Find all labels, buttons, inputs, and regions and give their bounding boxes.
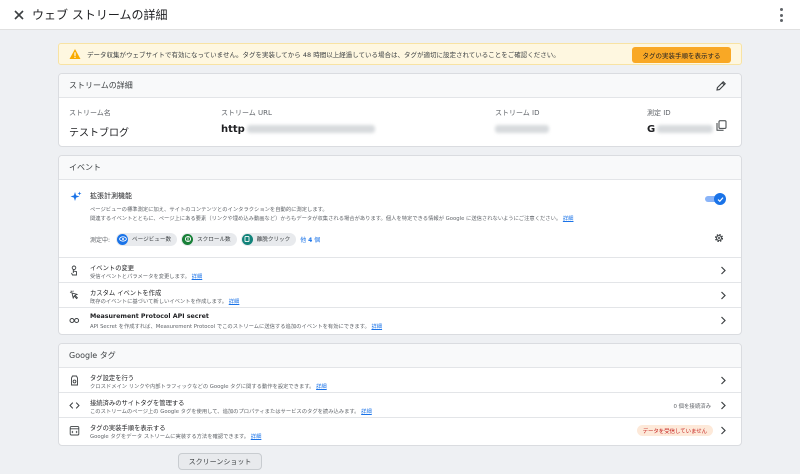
chevron-right-icon bbox=[721, 401, 726, 410]
chip-outbound-clicks[interactable]: 離脱クリック bbox=[240, 232, 297, 246]
touch-icon bbox=[71, 265, 77, 276]
chevron-right-icon bbox=[721, 426, 726, 435]
stream-details-header: ストリームの詳細 bbox=[59, 74, 741, 98]
screenshot-button[interactable]: スクリーンショット bbox=[178, 453, 262, 470]
measuring-chips-row: 測定中: ページビュー数 スクロール数 離脱クリック 他 4 個 bbox=[90, 232, 320, 246]
enhanced-measurement-toggle[interactable] bbox=[705, 193, 726, 205]
modify-events-row[interactable]: イベントの変更 受信イベントとパラメータを変更します。 詳細 bbox=[59, 258, 741, 283]
top-bar: ウェブ ストリームの詳細 bbox=[0, 0, 800, 30]
enhanced-measurement-title: 拡張計測機能 bbox=[90, 192, 132, 200]
stream-url-field: ストリーム URL http bbox=[221, 108, 375, 135]
warning-icon bbox=[69, 49, 81, 59]
tag-instructions-learn-more-link[interactable]: 詳細 bbox=[251, 434, 262, 440]
custom-event-learn-more-link[interactable]: 詳細 bbox=[229, 299, 240, 305]
copy-icon[interactable] bbox=[716, 120, 727, 131]
more-measured-events-link[interactable]: 他 4 個 bbox=[300, 235, 320, 244]
measurement-protocol-learn-more-link[interactable]: 詳細 bbox=[371, 324, 382, 330]
google-tag-header: Google タグ bbox=[59, 344, 741, 368]
connected-tags-learn-more-link[interactable]: 詳細 bbox=[361, 409, 372, 415]
stream-name-field: ストリーム名 テストブログ bbox=[69, 108, 129, 139]
tag-settings-icon bbox=[71, 375, 78, 386]
stream-id-label: ストリーム ID bbox=[495, 109, 540, 117]
stream-url-label: ストリーム URL bbox=[221, 109, 272, 117]
scroll-icon bbox=[182, 233, 194, 245]
stream-id-value bbox=[495, 124, 549, 135]
modify-events-learn-more-link[interactable]: 詳細 bbox=[192, 274, 203, 280]
google-tag-card: Google タグ タグ設定を行う クロスドメイン リンクや内部トラフィックなど… bbox=[58, 343, 742, 446]
chip-scrolls[interactable]: スクロール数 bbox=[181, 232, 237, 246]
chevron-right-icon bbox=[721, 266, 726, 275]
google-tag-title: Google タグ bbox=[69, 351, 116, 360]
measuring-label: 測定中: bbox=[90, 236, 111, 244]
measurement-id-label: 測定 ID bbox=[647, 109, 671, 117]
page-title: ウェブ ストリームの詳細 bbox=[32, 8, 168, 22]
configure-tag-settings-row[interactable]: タグ設定を行う クロスドメイン リンクや内部トラフィックなどの Google タ… bbox=[59, 368, 741, 393]
connected-tags-count: 0 個を接続済み bbox=[673, 404, 712, 410]
stream-name-label: ストリーム名 bbox=[69, 109, 111, 117]
code-icon bbox=[69, 402, 80, 409]
banner-text: データ収集がウェブサイトで有効になっていません。タグを実装してから 48 時間以… bbox=[87, 51, 560, 59]
chip-page-views[interactable]: ページビュー数 bbox=[116, 232, 178, 246]
events-title: イベント bbox=[69, 163, 101, 172]
enhanced-measurement-learn-more-link[interactable]: 詳細 bbox=[563, 216, 574, 222]
chevron-right-icon bbox=[721, 291, 726, 300]
tag-settings-learn-more-link[interactable]: 詳細 bbox=[316, 384, 327, 390]
stream-id-field: ストリーム ID bbox=[495, 108, 549, 135]
stream-name-value: テストブログ bbox=[69, 128, 129, 139]
chevron-right-icon bbox=[721, 376, 726, 385]
enhanced-measurement-description: ページビューの標準測定に加え、サイトのコンテンツとのインタラクションを自動的に測… bbox=[90, 207, 574, 222]
eye-icon bbox=[117, 233, 129, 245]
click-icon bbox=[241, 233, 253, 245]
pencil-icon[interactable] bbox=[715, 80, 727, 92]
view-tag-instructions-row[interactable]: タグの実装手順を表示する Google タグをデータ ストリームに実装する方法を… bbox=[59, 418, 741, 443]
manage-connected-site-tags-row[interactable]: 接続済みのサイトタグを管理する このストリームのページ上の Google タグを… bbox=[59, 393, 741, 418]
gear-icon[interactable] bbox=[713, 232, 725, 244]
stream-url-value: http bbox=[221, 124, 375, 135]
sparkle-icon bbox=[70, 191, 82, 201]
data-collection-warning-banner: データ収集がウェブサイトで有効になっていません。タグを実装してから 48 時間以… bbox=[58, 43, 742, 65]
events-card: イベント 拡張計測機能 ページビューの標準測定に加え、サイトのコンテンツとのイン… bbox=[58, 155, 742, 335]
more-vert-icon[interactable] bbox=[776, 8, 786, 22]
measurement-id-value: G bbox=[647, 124, 714, 135]
events-header: イベント bbox=[59, 156, 741, 180]
enhanced-measurement-section: 拡張計測機能 ページビューの標準測定に加え、サイトのコンテンツとのインタラクショ… bbox=[59, 180, 741, 258]
chevron-right-icon bbox=[721, 316, 726, 325]
measurement-protocol-row[interactable]: Measurement Protocol API secret API Secr… bbox=[59, 308, 741, 333]
close-icon[interactable] bbox=[12, 8, 26, 22]
key-icon bbox=[69, 318, 80, 323]
custom-event-icon bbox=[69, 290, 79, 300]
measurement-id-field: 測定 ID G bbox=[647, 108, 714, 135]
status-badge: データを受信していません bbox=[636, 425, 713, 436]
create-custom-event-row[interactable]: カスタム イベントを作成 既存のイベントに基づいて新しいイベントを作成します。 … bbox=[59, 283, 741, 308]
show-tag-instructions-button[interactable]: タグの実装手順を表示する bbox=[632, 47, 731, 63]
stream-details-title: ストリームの詳細 bbox=[69, 81, 133, 90]
instructions-icon bbox=[69, 426, 80, 436]
stream-details-card: ストリームの詳細 ストリーム名 テストブログ ストリーム URL http スト… bbox=[58, 73, 742, 147]
